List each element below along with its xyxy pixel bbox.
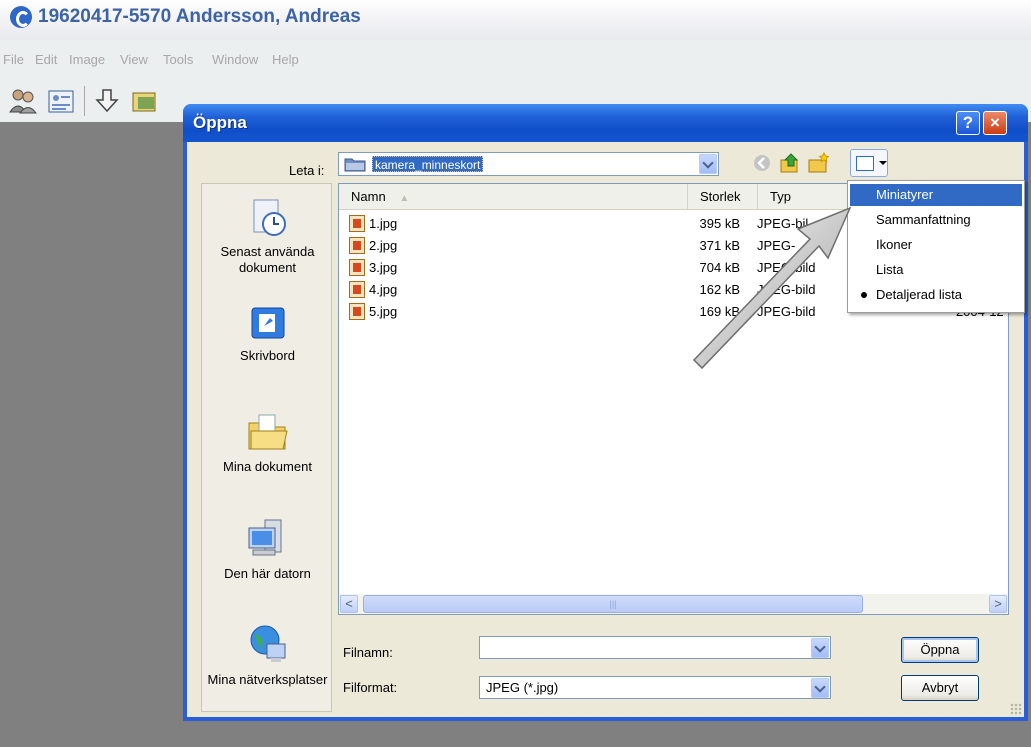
place-desktop[interactable]: Skrivbord (202, 304, 333, 364)
file-name: 5.jpg (369, 304, 398, 319)
my-computer-icon (248, 519, 281, 556)
menu-window[interactable]: Window (212, 52, 258, 67)
folder-icon (344, 158, 366, 172)
view-menu: Miniatyrer Sammanfattning Ikoner Lista D… (847, 180, 1025, 313)
place-label: Mina nätverksplatser (207, 672, 328, 687)
horizontal-scrollbar[interactable]: < ||| > (339, 594, 1008, 614)
menu-item-summary[interactable]: Sammanfattning (850, 209, 1022, 231)
menu-item-thumbnails[interactable]: Miniatyrer (850, 184, 1022, 206)
place-my-documents[interactable]: Mina dokument (202, 409, 333, 475)
look-in-label: Leta i: (289, 163, 325, 178)
pointer-arrow-icon (692, 206, 852, 370)
menu-item-details[interactable]: Detaljerad lista (850, 284, 1022, 306)
recent-documents-icon (253, 199, 286, 236)
menu-item-list[interactable]: Lista (850, 259, 1022, 281)
back-icon[interactable] (750, 151, 774, 175)
chevron-down-icon[interactable] (811, 638, 829, 658)
menu-view[interactable]: View (120, 52, 148, 67)
menu-item-details-label: Detaljerad lista (876, 287, 962, 302)
checked-bullet-icon (861, 292, 867, 298)
import-icon[interactable] (90, 84, 124, 118)
menu-item-icons[interactable]: Ikoner (850, 234, 1022, 256)
up-folder-icon[interactable] (778, 151, 802, 175)
scroll-right-button[interactable]: > (989, 595, 1007, 613)
view-grid-icon (856, 156, 874, 171)
app-titlebar: 19620417-5570 Andersson, Andreas (0, 0, 1031, 40)
place-label: Skrivbord (240, 348, 295, 363)
my-documents-icon (248, 414, 288, 450)
view-menu-button[interactable] (850, 149, 888, 177)
column-label-name: Namn (351, 189, 386, 204)
place-network-places[interactable]: Mina nätverksplatser (202, 622, 333, 688)
filename-label: Filnamn: (343, 645, 393, 660)
menu-image[interactable]: Image (69, 52, 105, 67)
chevron-down-icon[interactable] (811, 678, 829, 698)
app-title: 19620417-5570 Andersson, Andreas (38, 6, 361, 27)
jpg-file-icon (349, 303, 365, 320)
look-in-value: kamera_minneskort (372, 156, 484, 172)
menu-tools[interactable]: Tools (163, 52, 193, 67)
format-label: Filformat: (343, 680, 398, 695)
column-header-name[interactable]: Namn ▲ (339, 184, 688, 210)
file-name: 1.jpg (369, 216, 398, 231)
place-label: Senast använda dokument (220, 244, 315, 275)
people-icon[interactable] (6, 84, 40, 118)
scroll-left-button[interactable]: < (340, 595, 358, 613)
cancel-button[interactable]: Avbryt (901, 675, 979, 701)
chevron-down-icon[interactable] (699, 154, 717, 174)
menu-edit[interactable]: Edit (35, 52, 57, 67)
format-value: JPEG (*.jpg) (486, 680, 559, 695)
close-button[interactable]: × (983, 111, 1007, 135)
place-label: Den här datorn (224, 566, 311, 581)
help-button[interactable]: ? (956, 111, 980, 135)
file-name: 3.jpg (369, 260, 398, 275)
app-icon (10, 6, 32, 28)
format-select[interactable]: JPEG (*.jpg) (479, 676, 831, 699)
dialog-title: Öppna (193, 113, 247, 132)
place-label: Mina dokument (223, 459, 312, 474)
file-name: 4.jpg (369, 282, 398, 297)
jpg-file-icon (349, 259, 365, 276)
jpg-file-icon (349, 215, 365, 232)
open-button[interactable]: Öppna (901, 637, 979, 663)
look-in-combo[interactable]: kamera_minneskort (338, 152, 719, 176)
filename-input[interactable] (479, 636, 831, 659)
menu-help[interactable]: Help (272, 52, 299, 67)
file-name: 2.jpg (369, 238, 398, 253)
scrollbar-thumb[interactable]: ||| (363, 595, 863, 613)
dialog-titlebar[interactable]: Öppna ? × (183, 104, 1028, 142)
open-folder-toolbar-icon[interactable] (128, 84, 162, 118)
resize-grip[interactable] (1010, 703, 1022, 715)
jpg-file-icon (349, 281, 365, 298)
new-folder-icon[interactable] (806, 151, 830, 175)
desktop-icon (251, 307, 284, 339)
network-places-icon (250, 625, 285, 662)
sort-ascending-icon: ▲ (399, 193, 410, 204)
menu-file[interactable]: File (3, 52, 24, 67)
app-menubar: File Edit Image View Tools Window Help (0, 40, 1031, 82)
contact-card-icon[interactable] (44, 84, 78, 118)
place-recent-documents[interactable]: Senast använda dokument (202, 196, 333, 276)
jpg-file-icon (349, 237, 365, 254)
place-my-computer[interactable]: Den här datorn (202, 516, 333, 582)
places-bar: Senast använda dokument Skrivbord Mina d… (201, 183, 332, 712)
dropdown-arrow-icon (879, 161, 887, 165)
